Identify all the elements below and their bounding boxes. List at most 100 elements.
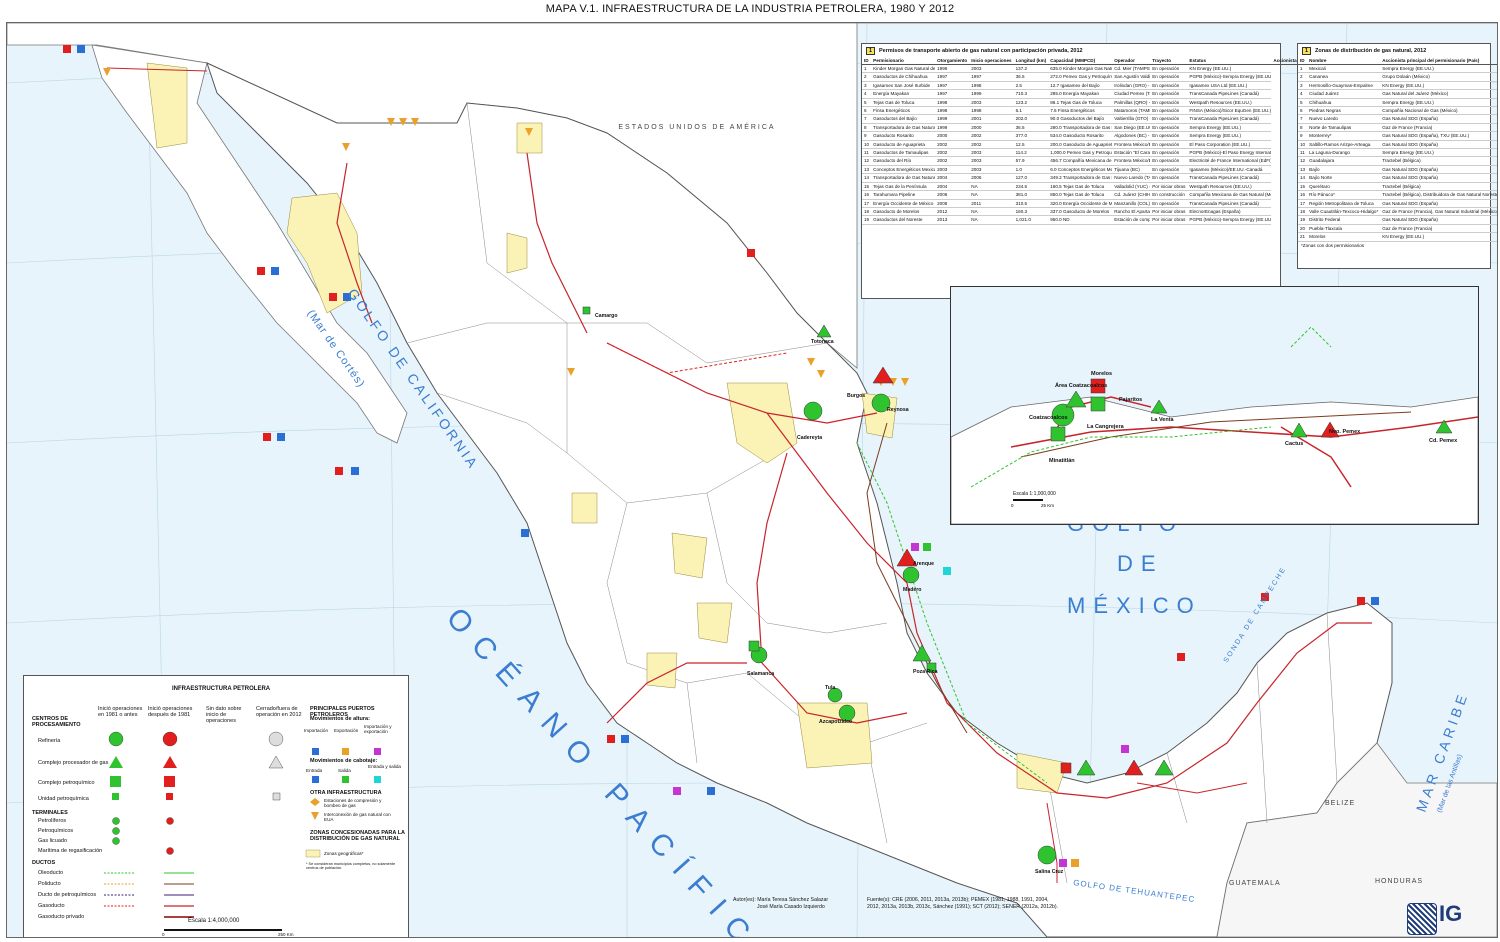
ig-logo-text: IG	[1439, 901, 1463, 926]
table-cell: FINSA (México)/Sicor EquGen (EE.UU.)	[1187, 106, 1272, 116]
table-cell: Nuevo Laredo (TAMPS) - Tamazunchale (SLP…	[1112, 173, 1151, 183]
table-cell: Piedras Negras	[1307, 106, 1381, 116]
gas-processor-burgos-symbol	[872, 366, 894, 384]
table-cell: Frontera México/Estados Unidos - CCC Río…	[1112, 156, 1151, 166]
table-cell: 2004	[935, 182, 970, 192]
table-cell: Transportadora de Gas Natural de Baja Ca…	[871, 123, 936, 133]
city-label: Azcapotzalco	[819, 719, 852, 725]
refinery-cadereyta-symbol	[803, 401, 823, 421]
table-row: 4 Energía Mayakan 1997 1999 710.3 285.0 Energ…	[862, 89, 1333, 99]
inset-label: La Venta	[1151, 417, 1175, 423]
table-cell: Gas Natural SDG (España)	[1380, 199, 1497, 208]
table-row: 18 Valle Cuautitlán-Texcoco-Hidalgo* Gaz d…	[1298, 207, 1497, 217]
table-cell: Electricité de France International (EdF…	[1187, 156, 1272, 166]
table-cell: Igasamex USA Ltd (EE.UU.)	[1187, 81, 1272, 91]
inset-label: Morelos	[1091, 371, 1112, 377]
table-cell: 2002	[935, 148, 970, 158]
table-cell: En operación	[1150, 89, 1188, 99]
table-cell: Gaz de France (Francia)	[1380, 123, 1497, 133]
table-cell: 8	[862, 123, 872, 133]
table-row: 7 Nuevo Laredo Gas Natural SDG (España)	[1298, 114, 1497, 124]
table-cell: 1.0	[1013, 165, 1049, 175]
table-cell: 1998	[935, 106, 970, 116]
table-cell: 1999	[935, 123, 970, 133]
inset-scale-label: Escala 1:1,000,000	[1013, 491, 1056, 497]
legend-zones-note: * Se consideran municipios completos, no…	[306, 862, 396, 870]
table-cell: 850.0 Tejas Gas de Toluca	[1048, 190, 1113, 200]
table-cell: 5	[862, 98, 872, 108]
table-cell: Valladolid (YUC) - Nizuc (QROO) y Punta …	[1112, 182, 1151, 192]
table-cell: 160.3	[1013, 207, 1049, 217]
table-row: 1 Mexicali Sempra Energy (EE.UU.)	[1298, 64, 1497, 74]
table-cell: 2004	[935, 173, 970, 183]
table-cell: Frontera México/Estados Unidos - Naco (S…	[1112, 140, 1151, 150]
table-cell: Hermosillo-Guaymas-Empalme	[1307, 81, 1381, 91]
legend-zones-title: ZONAS CONCESIONADAS PARA LA DISTRIBUCIÓN…	[310, 830, 405, 842]
table-cell: Gasoductos del Noreste	[871, 215, 936, 225]
table-cell: TransCanada PipeLines (Canadá)	[1187, 89, 1272, 99]
table-cell: Gas Natural SDG (España)	[1380, 114, 1497, 124]
table-row: 13 Bajío Gas Natural SDG (España)	[1298, 165, 1497, 175]
table-cell: Tarahumara Pipeline	[871, 190, 936, 200]
legend-scale: Escala 1:4,000,000	[188, 918, 240, 924]
table-cell: 456.7 Compañía Mexicana de Gerencia y Op…	[1048, 156, 1113, 166]
table-cell: Finsa Energéticos	[871, 106, 936, 116]
sources-line-2: 2012, 2013a, 2013b, 2013c, Sánchez (1991…	[867, 903, 1059, 910]
table-cell: 9	[862, 131, 872, 141]
city-label: Poza Rica	[913, 669, 938, 675]
table-cell: 15	[1298, 182, 1308, 192]
table-cell: Distrito Federal	[1307, 215, 1381, 225]
table-cell: Westpath Resources (EE.UU.)	[1187, 98, 1272, 108]
table-cell: Gasoductos de Tamaulipas	[871, 148, 936, 158]
belize-label: BELIZE	[1325, 800, 1355, 807]
pipeline-permits-table: 1 Permisos de transporte abierto de gas n…	[861, 43, 1333, 299]
table-cell: 2002	[969, 140, 1014, 150]
table-cell: 17	[862, 199, 872, 208]
table-cell: En operación	[1150, 123, 1188, 133]
table-cell: En operación	[1150, 72, 1188, 82]
legend-scale-250: 250 Km	[278, 932, 294, 937]
table-cell: 21	[1298, 232, 1308, 242]
pipeline-table: ID Permisionario Otorgamiento Inicio operac…	[862, 58, 1333, 225]
table-cell: 13	[862, 165, 872, 175]
table-cell: 2003	[969, 98, 1014, 108]
table-cell: 7	[1298, 114, 1308, 124]
table-cell: KN Energy (EE.UU.)	[1187, 64, 1272, 74]
table-cell: 337.0 Gasoducto de Morelos	[1048, 207, 1113, 217]
table-cell: NA	[969, 215, 1014, 225]
table-cell: 57.9	[1013, 156, 1049, 166]
table-cell: En operación	[1150, 114, 1188, 124]
table-row: 17 Energía Occidente de México 2008 2011 310…	[862, 199, 1333, 208]
inset-label: Cd. Pemex	[1429, 438, 1458, 444]
petrochem-1-symbol	[748, 640, 760, 652]
table-cell: 10	[1298, 140, 1308, 150]
table-cell: Región Metropolitana de Toluca	[1307, 199, 1381, 208]
table-cell: San Diego (EE.UU.) - Rosarito (BC)	[1112, 123, 1151, 133]
zones-table-note: *Zonas con dos permisionarios	[1301, 242, 1365, 248]
table-row: 9 Gasoducto Rosarito 2000 2002 377.0 534.0 Ga…	[862, 131, 1333, 141]
city-label: Cadereyta	[797, 435, 822, 441]
table-row: 19 Gasoductos del Noreste 2013 NA 1,021.0 950…	[862, 215, 1333, 225]
table-cell: Río Pánuco*	[1307, 190, 1381, 200]
table-cell: 320.0 Energía Occidente de México	[1048, 199, 1113, 208]
city-label: Totonaca	[811, 339, 834, 345]
table-row: 17 Región Metropolitana de Toluca Gas Natu…	[1298, 199, 1497, 208]
table-cell: 2013	[935, 215, 970, 225]
golfo-mexico-label-3: MÉXICO	[1067, 593, 1202, 618]
legend-cab-salida: Salida	[338, 768, 351, 773]
zones-table-title-text: Zonas de distribución de gas natural, 20…	[1315, 48, 1427, 54]
inset-label: Cactus	[1285, 441, 1303, 447]
credits-authors: Autor(es): María Teresa Sánchez Salazar …	[733, 897, 828, 910]
table-row: 11 La Laguna-Durango Sempra Energy (EE.UU.…	[1298, 148, 1497, 158]
table-row: 10 Saltillo-Ramos Arizpe-Arteaga Gas Natur…	[1298, 140, 1497, 150]
table-cell: 12.5	[1013, 140, 1049, 150]
table-cell: Tractebel (Bélgica)	[1380, 156, 1497, 166]
zones-table: ID Nombre Accionista principal del permisi…	[1298, 58, 1497, 242]
table-cell: 2008	[935, 199, 970, 208]
table-cell: San Agustín Valdivia (Chih) - Samalayuca…	[1112, 72, 1151, 82]
table-cell: 1998	[969, 81, 1014, 91]
author-2: José María Casado Izquierdo	[757, 903, 825, 910]
table-cell: En operación	[1150, 199, 1188, 208]
inset-label: Pajaritos	[1119, 397, 1142, 403]
table-cell: 2001	[969, 114, 1014, 124]
